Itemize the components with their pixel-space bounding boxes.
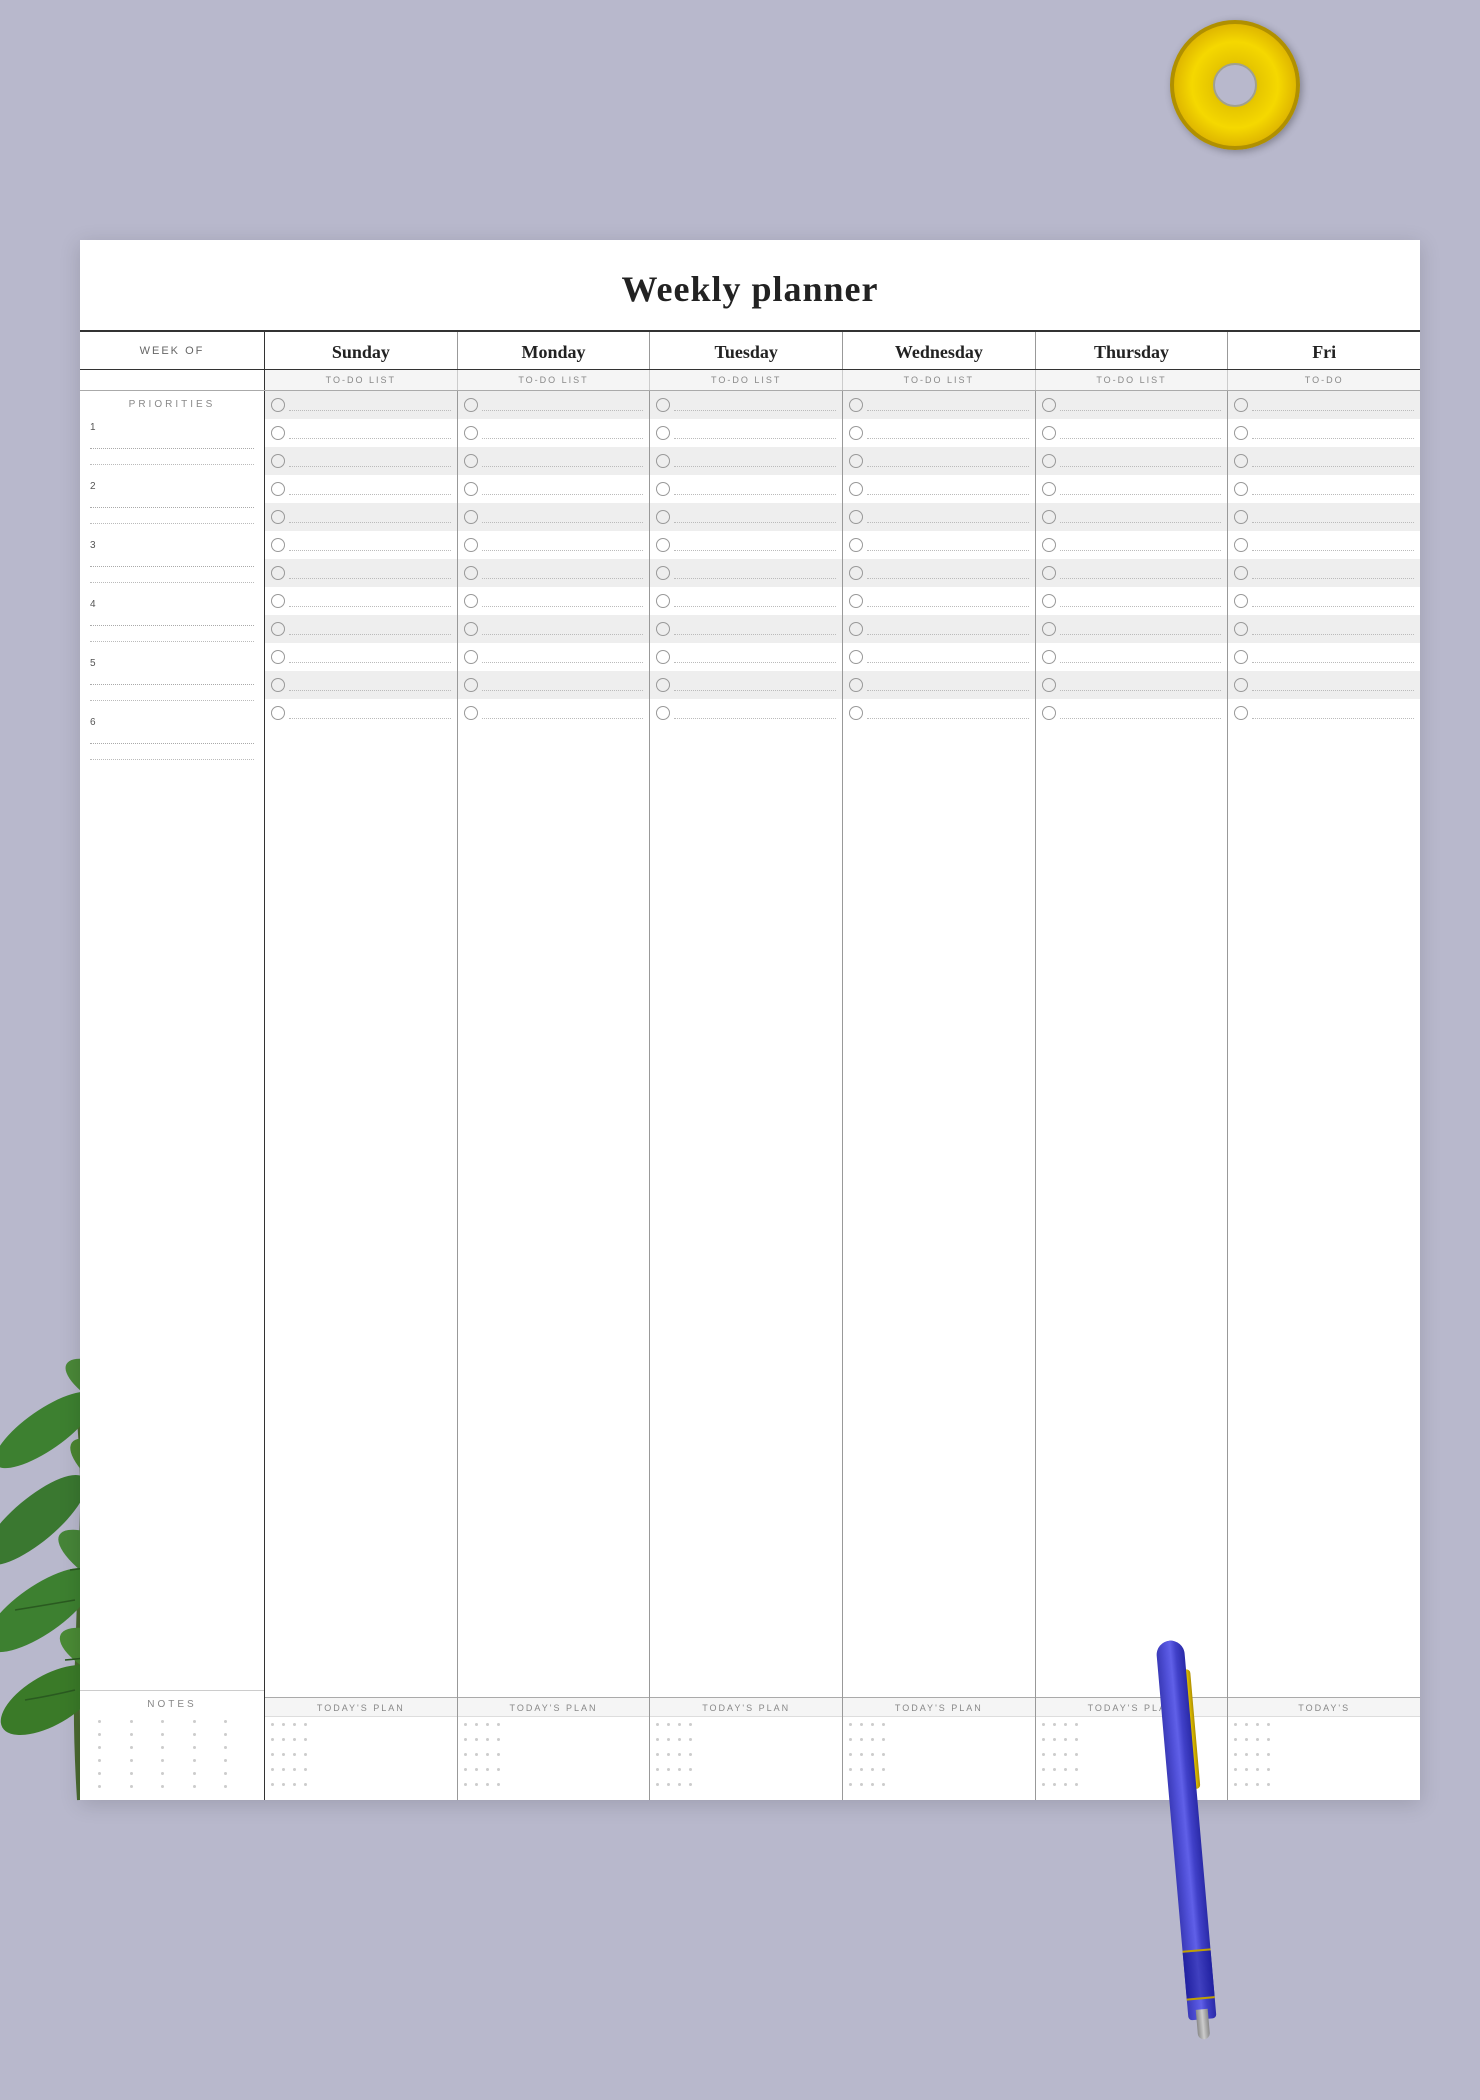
day-column-thursday: TODAY'S PLAN	[1036, 391, 1229, 1800]
grid-content: PRIORITIES 1 2 3	[80, 391, 1420, 1800]
priority-item-1: 1	[90, 422, 254, 465]
subheader-tuesday: TO-DO LIST	[650, 370, 843, 390]
notes-title: NOTES	[90, 1699, 254, 1710]
days-container: TODAY'S PLAN	[265, 391, 1420, 1800]
tape-roll-decoration	[1170, 20, 1300, 150]
day-header-wednesday: Wednesday	[843, 332, 1036, 369]
day-header-thursday: Thursday	[1036, 332, 1229, 369]
grid-header-row: WEEK OF Sunday Monday Tuesday Wednesday …	[80, 332, 1420, 370]
week-of-cell: WEEK OF	[80, 332, 265, 369]
priority-item-2: 2	[90, 481, 254, 524]
day-column-monday: TODAY'S PLAN	[458, 391, 651, 1800]
priority-number-2: 2	[90, 481, 254, 492]
notes-dot-grid	[90, 1716, 254, 1792]
day-header-friday: Fri	[1228, 332, 1420, 369]
day-header-monday: Monday	[458, 332, 651, 369]
priorities-section: PRIORITIES 1 2 3	[80, 391, 264, 1690]
priority-number-3: 3	[90, 540, 254, 551]
priority-item-3: 3	[90, 540, 254, 583]
notes-section: NOTES	[80, 1690, 264, 1800]
priority-number-1: 1	[90, 422, 254, 433]
priority-item-4: 4	[90, 599, 254, 642]
planner-paper: Weekly planner WEEK OF Sunday Monday Tue…	[80, 240, 1420, 1800]
priority-item-6: 6	[90, 717, 254, 760]
planner-title: Weekly planner	[80, 240, 1420, 330]
planner-grid: WEEK OF Sunday Monday Tuesday Wednesday …	[80, 330, 1420, 1800]
subheader-sunday: TO-DO LIST	[265, 370, 458, 390]
subheader-monday: TO-DO LIST	[458, 370, 651, 390]
day-header-sunday: Sunday	[265, 332, 458, 369]
priority-item-5: 5	[90, 658, 254, 701]
priority-number-6: 6	[90, 717, 254, 728]
subheader-row: TO-DO LIST TO-DO LIST TO-DO LIST TO-DO L…	[80, 370, 1420, 391]
day-column-tuesday: TODAY'S PLAN	[650, 391, 843, 1800]
subheader-left	[80, 370, 265, 390]
subheader-friday: TO-DO	[1228, 370, 1420, 390]
priorities-title: PRIORITIES	[90, 399, 254, 414]
priority-number-5: 5	[90, 658, 254, 669]
subheader-wednesday: TO-DO LIST	[843, 370, 1036, 390]
priority-number-4: 4	[90, 599, 254, 610]
day-column-wednesday: TODAY'S PLAN	[843, 391, 1036, 1800]
subheader-thursday: TO-DO LIST	[1036, 370, 1229, 390]
day-header-tuesday: Tuesday	[650, 332, 843, 369]
day-column-friday: TODAY'S	[1228, 391, 1420, 1800]
left-sidebar: PRIORITIES 1 2 3	[80, 391, 265, 1800]
day-column-sunday: TODAY'S PLAN	[265, 391, 458, 1800]
